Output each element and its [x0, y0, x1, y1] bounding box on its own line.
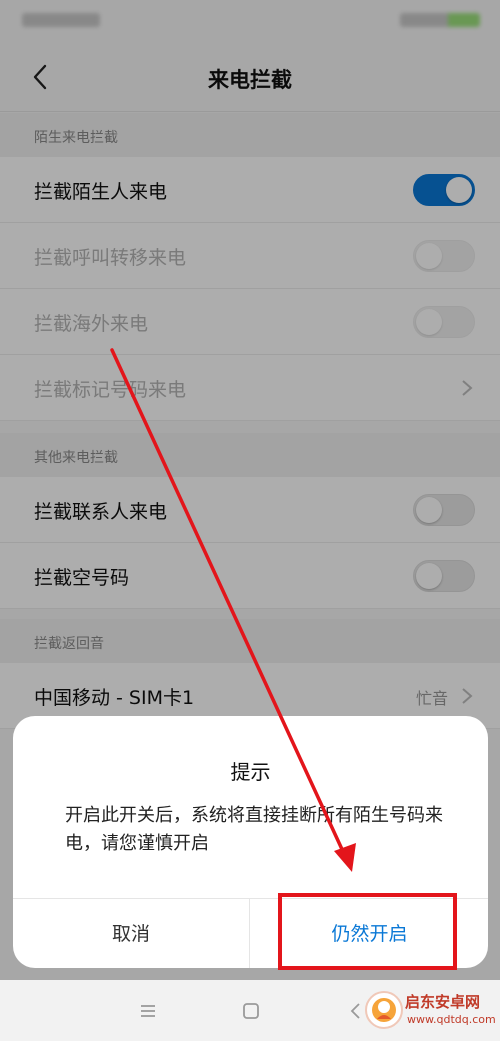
- back-icon[interactable]: [345, 1000, 367, 1022]
- watermark-url: www.qdtdq.com: [407, 1013, 496, 1026]
- highlight-box: [278, 893, 457, 970]
- cancel-button[interactable]: 取消: [13, 899, 250, 968]
- dialog-message: 开启此开关后，系统将直接挂断所有陌生号码来电，请您谨慎开启: [65, 805, 443, 854]
- menu-icon[interactable]: [137, 1000, 159, 1022]
- watermark-logo-icon: [365, 991, 403, 1029]
- dialog-title: 提示: [230, 760, 271, 784]
- watermark-name: 启东安卓网: [405, 993, 481, 1011]
- home-icon[interactable]: [240, 1000, 262, 1022]
- watermark: 启东安卓网 www.qdtdq.com: [365, 985, 500, 1041]
